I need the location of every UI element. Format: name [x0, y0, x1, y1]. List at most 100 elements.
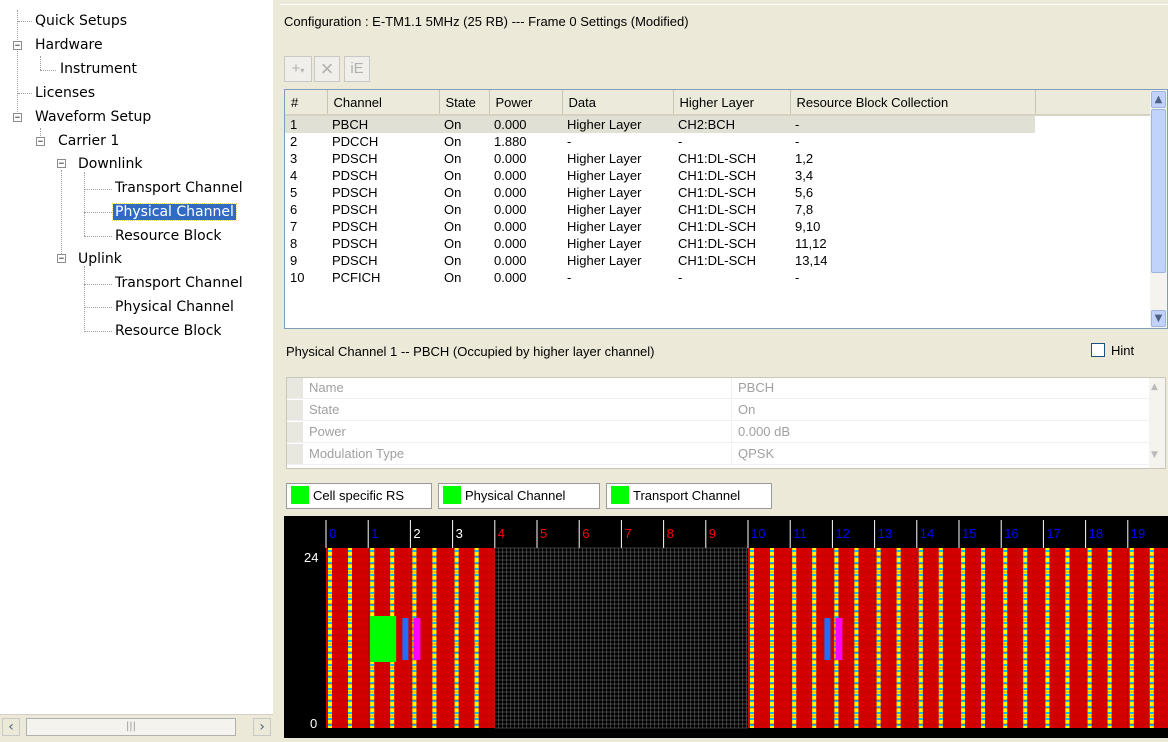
table-cell[interactable]: On [439, 252, 489, 269]
table-cell[interactable]: CH1:DL-SCH [673, 218, 790, 235]
table-cell[interactable]: PDSCH [327, 235, 439, 252]
table-cell[interactable]: PDSCH [327, 252, 439, 269]
collapse-icon[interactable]: − [57, 159, 66, 169]
table-cell[interactable]: 4 [285, 167, 327, 184]
scroll-down-icon[interactable]: ▼ [1151, 310, 1166, 327]
table-cell[interactable]: CH1:DL-SCH [673, 201, 790, 218]
tree-item-hardware[interactable]: Hardware [33, 35, 105, 55]
table-cell[interactable]: 7 [285, 218, 327, 235]
table-cell[interactable]: PDSCH [327, 201, 439, 218]
column-header[interactable]: Higher Layer [673, 90, 791, 116]
table-cell[interactable]: 0.000 [489, 115, 562, 133]
table-row[interactable]: 5 PDSCH On 0.000 Higher Layer CH1:DL-SCH 5,6 [285, 184, 1152, 201]
table-cell[interactable]: - [790, 133, 1035, 150]
import-export-button[interactable]: iE [344, 56, 370, 82]
table-cell[interactable]: Higher Layer [562, 235, 673, 252]
property-value[interactable]: On [731, 400, 755, 420]
table-cell[interactable]: Higher Layer [562, 184, 673, 201]
table-cell[interactable]: - [562, 133, 673, 150]
checkbox-icon[interactable] [1091, 343, 1105, 357]
table-cell[interactable]: Higher Layer [562, 218, 673, 235]
collapse-icon[interactable]: − [36, 137, 45, 147]
vertical-scrollbar[interactable]: ▲ ▼ [1150, 90, 1167, 328]
column-header[interactable]: Resource Block Collection [790, 90, 1036, 116]
table-cell[interactable]: On [439, 167, 489, 184]
table-row[interactable]: 8 PDSCH On 0.000 Higher Layer CH1:DL-SCH 11,12 [285, 235, 1152, 252]
property-row[interactable]: Power 0.000 dB [287, 422, 1151, 443]
scroll-right-icon[interactable]: › [253, 718, 271, 736]
table-row[interactable]: 1 PBCH On 0.000 Higher Layer CH2:BCH - [285, 115, 1152, 133]
table-cell[interactable]: - [790, 269, 1035, 286]
tree-item-quick-setups[interactable]: Quick Setups [33, 11, 129, 31]
tree-item-ul-physical-channel[interactable]: Physical Channel [113, 297, 236, 317]
table-cell[interactable]: On [439, 218, 489, 235]
table-cell[interactable]: On [439, 235, 489, 252]
table-cell[interactable]: On [439, 184, 489, 201]
table-cell[interactable]: PCFICH [327, 269, 439, 286]
table-cell[interactable]: CH2:BCH [673, 115, 790, 133]
table-row[interactable]: 7 PDSCH On 0.000 Higher Layer CH1:DL-SCH 9,10 [285, 218, 1152, 235]
scroll-thumb[interactable]: ||| [26, 718, 236, 736]
tree-item-ul-transport-channel[interactable]: Transport Channel [113, 273, 245, 293]
table-cell[interactable]: 6 [285, 201, 327, 218]
table-cell[interactable]: 3 [285, 150, 327, 167]
table-cell[interactable]: Higher Layer [562, 201, 673, 218]
hint-checkbox[interactable]: Hint [1091, 343, 1134, 358]
table-cell[interactable]: 10 [285, 269, 327, 286]
collapse-icon[interactable]: − [13, 41, 22, 51]
table-row[interactable]: 4 PDSCH On 0.000 Higher Layer CH1:DL-SCH 3,4 [285, 167, 1152, 184]
table-cell[interactable]: PDSCH [327, 167, 439, 184]
table-cell[interactable]: 9 [285, 252, 327, 269]
table-cell[interactable]: - [673, 133, 790, 150]
tree-item-dl-transport-channel[interactable]: Transport Channel [113, 178, 245, 198]
table-cell[interactable]: 0.000 [489, 252, 562, 269]
table-cell[interactable]: 5,6 [790, 184, 1035, 201]
delete-channel-button[interactable]: × [314, 56, 340, 82]
column-header[interactable]: Channel [327, 90, 440, 116]
collapse-icon[interactable]: − [57, 254, 66, 264]
table-cell[interactable]: 8 [285, 235, 327, 252]
tree-item-licenses[interactable]: Licenses [33, 83, 97, 103]
table-cell[interactable]: 11,12 [790, 235, 1035, 252]
table-row[interactable]: 3 PDSCH On 0.000 Higher Layer CH1:DL-SCH 1,2 [285, 150, 1152, 167]
column-header[interactable]: Power [489, 90, 563, 116]
resource-grid-canvas[interactable]: 0 1 2 3 4 5 6 7 8 9 10 11 12 13 14 15 16 17 18 19240 [284, 516, 1168, 738]
table-cell[interactable]: PDCCH [327, 133, 439, 150]
tree-item-dl-physical-channel[interactable]: Physical Channel [112, 202, 237, 222]
table-row[interactable]: 10 PCFICH On 0.000- - - [285, 269, 1152, 286]
property-value[interactable]: QPSK [731, 444, 774, 464]
resource-block-grid[interactable]: 0 1 2 3 4 5 6 7 8 9 10 11 12 13 14 15 16 17 18 19 24 0 [284, 516, 1168, 738]
property-value[interactable]: 0.000 dB [731, 422, 790, 442]
tree-item-dl-resource-block[interactable]: Resource Block [113, 226, 224, 246]
property-value[interactable]: PBCH [731, 378, 774, 398]
table-cell[interactable]: - [562, 269, 673, 286]
table-cell[interactable]: CH1:DL-SCH [673, 167, 790, 184]
tree-item-waveform-setup[interactable]: Waveform Setup [33, 107, 153, 127]
table-cell[interactable]: 1 [285, 115, 327, 133]
table-cell[interactable]: 9,10 [790, 218, 1035, 235]
table-row[interactable]: 6 PDSCH On 0.000 Higher Layer CH1:DL-SCH 7,8 [285, 201, 1152, 218]
table-cell[interactable]: 0.000 [489, 269, 562, 286]
legend-cell-specific-rs[interactable]: Cell specific RS [286, 483, 432, 509]
table-row[interactable]: 2 PDCCH On 1.880- - - [285, 133, 1152, 150]
table-cell[interactable]: 5 [285, 184, 327, 201]
table-cell[interactable]: Higher Layer [562, 150, 673, 167]
table-cell[interactable]: CH1:DL-SCH [673, 235, 790, 252]
property-row[interactable]: Modulation Type QPSK [287, 444, 1151, 465]
horizontal-scrollbar[interactable]: ‹ ||| › [0, 714, 273, 739]
vertical-scrollbar[interactable]: ▲ ▼ [1149, 378, 1165, 468]
table-cell[interactable]: 0.000 [489, 235, 562, 252]
property-row[interactable]: Name PBCH [287, 378, 1151, 399]
scroll-up-icon[interactable]: ▲ [1151, 91, 1166, 108]
tree-item-uplink[interactable]: Uplink [76, 249, 124, 269]
table-cell[interactable]: 3,4 [790, 167, 1035, 184]
table-cell[interactable]: PDSCH [327, 218, 439, 235]
scroll-left-icon[interactable]: ‹ [2, 718, 20, 736]
table-cell[interactable]: On [439, 150, 489, 167]
table-cell[interactable]: PDSCH [327, 184, 439, 201]
table-cell[interactable]: 0.000 [489, 218, 562, 235]
add-channel-button[interactable]: +▾ [284, 56, 312, 82]
tree-item-instrument[interactable]: Instrument [58, 59, 139, 79]
table-cell[interactable]: CH1:DL-SCH [673, 150, 790, 167]
table-cell[interactable]: CH1:DL-SCH [673, 252, 790, 269]
